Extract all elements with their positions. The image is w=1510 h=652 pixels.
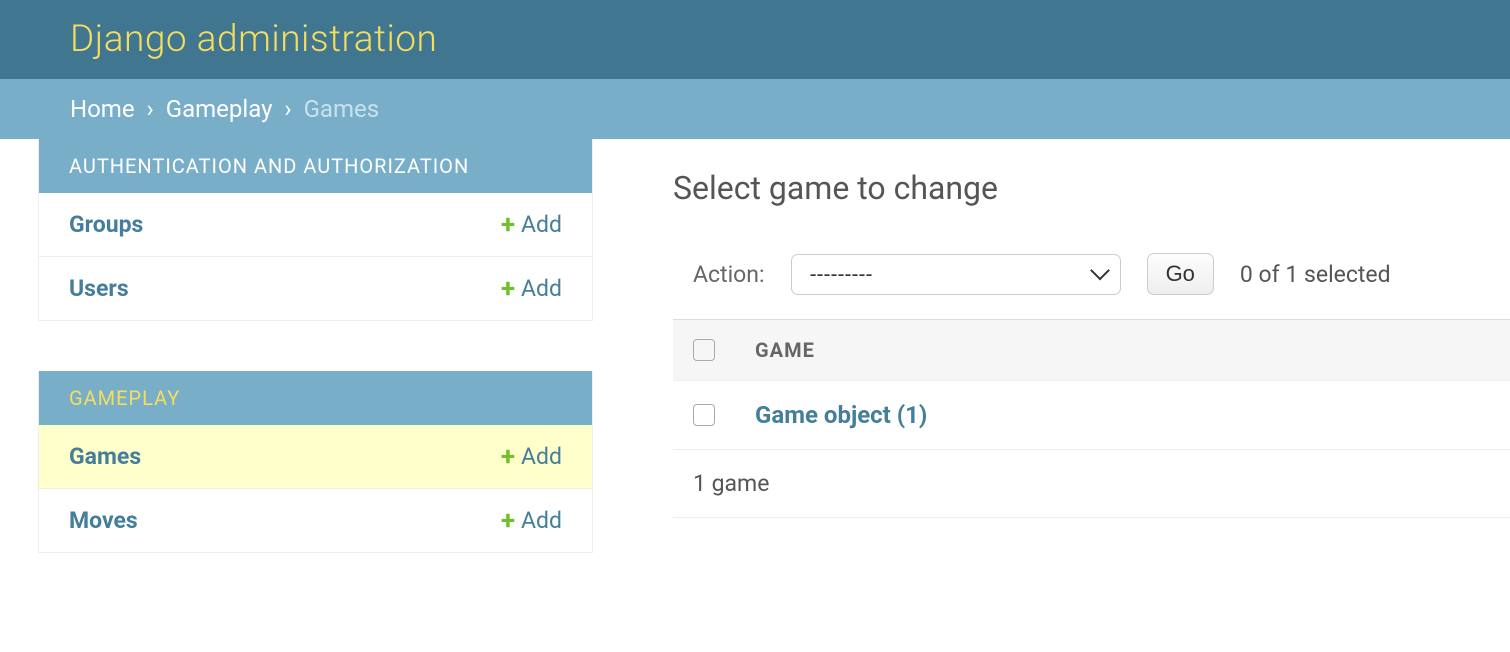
content: Select game to change Action: --------- … xyxy=(593,139,1510,603)
plus-icon: + xyxy=(501,508,515,534)
action-select[interactable]: --------- xyxy=(791,254,1121,295)
add-link-users[interactable]: + Add xyxy=(501,275,562,302)
table-row: Game object (1) xyxy=(673,381,1510,450)
add-link-games[interactable]: + Add xyxy=(501,443,562,470)
add-label: Add xyxy=(521,507,562,534)
model-link-groups[interactable]: Groups xyxy=(69,211,143,238)
sidebar: AUTHENTICATION AND AUTHORIZATION Groups … xyxy=(38,139,593,603)
results-table: GAME Game object (1) xyxy=(673,319,1510,450)
site-title[interactable]: Django administration xyxy=(70,18,1440,61)
sidebar-item-games: Games + Add xyxy=(39,425,592,489)
select-all-checkbox[interactable] xyxy=(693,339,715,361)
actions-bar: Action: --------- Go 0 of 1 selected xyxy=(673,253,1510,295)
model-link-moves[interactable]: Moves xyxy=(69,507,138,534)
add-label: Add xyxy=(521,211,562,238)
paginator: 1 game xyxy=(673,450,1510,518)
go-button[interactable]: Go xyxy=(1147,253,1214,295)
breadcrumb-sep: › xyxy=(147,95,154,123)
selection-counter: 0 of 1 selected xyxy=(1240,261,1391,288)
plus-icon: + xyxy=(501,444,515,470)
plus-icon: + xyxy=(501,212,515,238)
row-checkbox[interactable] xyxy=(693,404,715,426)
page-title: Select game to change xyxy=(673,169,1510,207)
action-label: Action: xyxy=(693,261,765,288)
breadcrumb-home[interactable]: Home xyxy=(70,95,135,123)
sidebar-item-users: Users + Add xyxy=(39,257,592,320)
breadcrumb-current: Games xyxy=(304,95,380,123)
header: Django administration xyxy=(0,0,1510,79)
sidebar-section-gameplay: GAMEPLAY Games + Add Moves + Add xyxy=(38,371,593,553)
column-header-game[interactable]: GAME xyxy=(755,338,815,362)
sidebar-item-moves: Moves + Add xyxy=(39,489,592,552)
sidebar-caption-auth[interactable]: AUTHENTICATION AND AUTHORIZATION xyxy=(39,139,592,193)
plus-icon: + xyxy=(501,276,515,302)
breadcrumb: Home › Gameplay › Games xyxy=(0,79,1510,139)
add-link-moves[interactable]: + Add xyxy=(501,507,562,534)
breadcrumb-sep: › xyxy=(284,95,291,123)
model-link-users[interactable]: Users xyxy=(69,275,129,302)
breadcrumb-app[interactable]: Gameplay xyxy=(166,95,273,123)
add-label: Add xyxy=(521,275,562,302)
sidebar-section-auth: AUTHENTICATION AND AUTHORIZATION Groups … xyxy=(38,139,593,321)
table-header-row: GAME xyxy=(673,320,1510,381)
add-label: Add xyxy=(521,443,562,470)
main: AUTHENTICATION AND AUTHORIZATION Groups … xyxy=(0,139,1510,603)
row-link-game-object[interactable]: Game object (1) xyxy=(755,401,927,429)
add-link-groups[interactable]: + Add xyxy=(501,211,562,238)
sidebar-caption-gameplay[interactable]: GAMEPLAY xyxy=(39,371,592,425)
action-select-wrap: --------- xyxy=(791,254,1121,295)
model-link-games[interactable]: Games xyxy=(69,443,141,470)
sidebar-item-groups: Groups + Add xyxy=(39,193,592,257)
